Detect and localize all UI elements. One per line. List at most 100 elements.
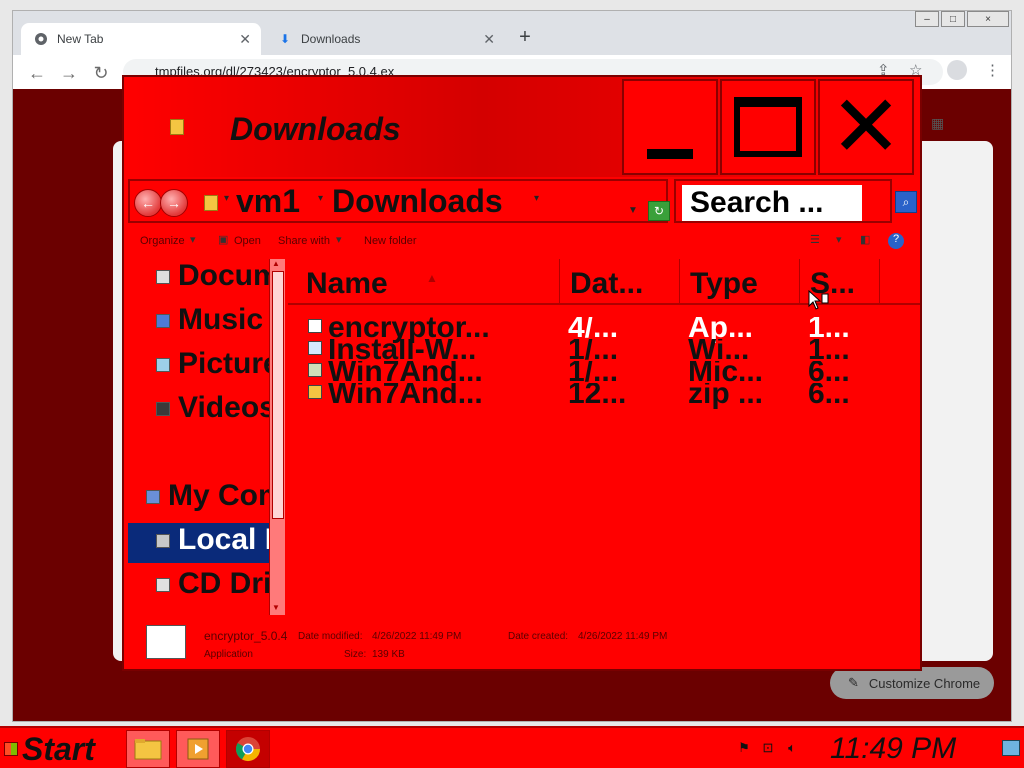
column-label: Name [306,267,388,300]
search-icon[interactable]: ⌕ [895,191,917,213]
cursor-icon [808,290,829,310]
search-input[interactable]: Search ... [682,185,862,221]
taskbar: Start ⚑ ⊡ 🔈︎ 11:49 PM [0,726,1024,768]
scroll-down-icon[interactable]: ▼ [272,603,280,612]
action-center-flag-icon[interactable]: ⚑ [736,740,752,756]
help-icon[interactable]: ? [888,233,904,249]
media-player-icon[interactable] [176,730,220,768]
column-date[interactable]: Dat... [560,259,680,305]
reload-icon[interactable]: ↻ [89,61,113,85]
column-type[interactable]: Type [680,259,800,305]
zip-icon [308,385,322,399]
chevron-down-icon[interactable]: ▾ [318,193,323,204]
view-options-icon[interactable]: ☰ [810,233,820,246]
music-icon [156,314,170,329]
nav-item-videos[interactable]: Videos [128,391,270,431]
new-folder-button[interactable]: New folder [364,235,417,247]
breadcrumb-vm1[interactable]: vm1 [236,183,300,220]
open-button[interactable]: Open [234,235,261,247]
application-icon [308,319,322,333]
apps-grid-icon[interactable]: ▦ [931,115,944,132]
nav-item-documents[interactable]: Documents [128,259,270,299]
nav-item-music[interactable]: Music [128,303,270,343]
details-size-value: 139 KB [372,649,405,660]
nav-label: Documents [178,259,270,292]
start-button[interactable]: Start [0,728,116,768]
open-icon: ▣ [218,234,229,246]
column-name[interactable]: Name [288,259,560,305]
pictures-icon [156,358,170,373]
volume-icon[interactable]: 🔈︎ [784,740,800,756]
details-pane: encryptor_5.0.4 Application Date modifie… [124,615,920,669]
cd-drive-icon [156,578,170,593]
tab-downloads[interactable]: ⬇ Downloads ✕ [265,23,505,55]
file-row[interactable]: encryptor... 4/... Ap... 1... [288,317,920,343]
file-row[interactable]: Install-W... 1/... Wi... 1... [288,339,920,365]
nav-label: CD Drive [178,567,270,600]
explorer-titlebar[interactable]: Downloads ✕ [124,77,920,177]
chrome-icon[interactable] [226,730,270,768]
search-box: Search ... [674,179,892,223]
network-icon[interactable]: ⊡ [760,740,776,756]
maximize-button[interactable]: □ [941,11,965,27]
application-icon [146,625,186,659]
nav-item-local-disk[interactable]: Local Disk (C:) [128,523,270,563]
show-desktop-icon[interactable] [1002,740,1020,756]
chevron-down-icon[interactable]: ▾ [534,193,539,204]
close-button[interactable]: × [967,11,1009,27]
column-label: Dat... [570,267,644,300]
profile-icon[interactable] [947,60,967,80]
breadcrumb-bar[interactable]: ← → ▾ vm1 ▾ Downloads ▾ ▼ ↻ [128,179,670,223]
share-with-button[interactable]: Share with [278,235,330,247]
nav-item-my-computer[interactable]: My Computer [128,479,270,519]
details-file-kind: Application [204,649,253,660]
nav-label: Music [178,303,264,336]
tab-new-tab[interactable]: New Tab ✕ [21,23,261,55]
nav-scrollbar[interactable]: ▲ ▼ [269,259,285,615]
chevron-down-icon[interactable]: ▾ [224,193,229,204]
maximize-icon [734,97,802,157]
customize-chrome-button[interactable]: ✎ Customize Chrome [830,667,994,699]
scrollbar-thumb[interactable] [272,271,284,519]
preview-pane-icon[interactable]: ◧ [860,233,870,246]
nav-item-cd-drive[interactable]: CD Drive [128,567,270,607]
documents-icon [156,270,170,285]
menu-dots-icon[interactable]: ⋮ [985,61,1000,79]
close-button[interactable]: ✕ [818,79,914,175]
download-icon: ⬇ [279,32,291,46]
refresh-icon[interactable]: ↻ [648,201,670,221]
explorer-icon[interactable] [126,730,170,768]
new-tab-button[interactable]: + [513,25,537,49]
folder-icon [170,119,184,135]
minimize-button[interactable] [622,79,718,175]
file-row[interactable]: Win7And... 1/... Mic... 6... [288,361,920,387]
minimize-button[interactable]: – [915,11,939,27]
details-modified-label: Date modified: [298,631,363,642]
address-dropdown-icon[interactable]: ▼ [628,205,638,216]
file-type: zip ... [688,383,763,410]
chevron-down-icon[interactable]: ▾ [836,233,842,246]
close-tab-icon[interactable]: ✕ [483,31,495,48]
breadcrumb-downloads[interactable]: Downloads [332,183,503,220]
scroll-up-icon[interactable]: ▲ [272,259,280,268]
details-file-name: encryptor_5.0.4 [204,629,288,643]
videos-icon [156,402,170,417]
details-modified-value: 4/26/2022 11:49 PM [372,631,462,642]
window-title: Downloads [230,111,401,147]
navigation-pane: Documents Music Pictures Videos My Compu… [128,257,270,613]
maximize-button[interactable] [720,79,816,175]
computer-icon [146,490,160,505]
back-icon[interactable]: ← [25,61,49,85]
taskbar-clock[interactable]: 11:49 PM [830,732,956,766]
organize-button[interactable]: Organize [140,235,185,247]
forward-icon[interactable]: → [57,61,81,85]
nav-item-pictures[interactable]: Pictures [128,347,270,387]
forward-icon[interactable]: → [160,189,188,217]
file-date: 12... [568,383,627,410]
details-created-label: Date created: [508,631,569,642]
nav-label: Videos [178,391,270,424]
file-row[interactable]: Win7And... 12... zip ... 6... [288,383,920,409]
close-tab-icon[interactable]: ✕ [239,31,251,48]
drive-icon [156,534,170,549]
back-icon[interactable]: ← [134,189,162,217]
